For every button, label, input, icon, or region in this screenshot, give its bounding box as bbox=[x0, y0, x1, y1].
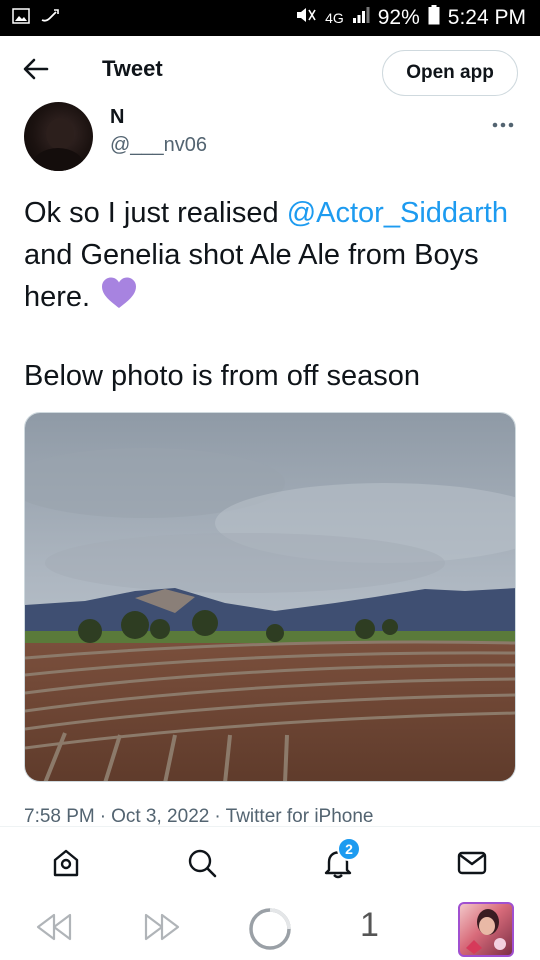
status-bar: 4G 92% 5:24 PM bbox=[0, 0, 540, 36]
tweet-text-line2: Below photo is from off season bbox=[24, 360, 421, 392]
browser-forward-icon bbox=[144, 913, 180, 941]
page-title: Tweet bbox=[102, 56, 163, 81]
tab-messages[interactable] bbox=[454, 845, 490, 881]
tweet-meta: 7:58 PM · Oct 3, 2022 · Twitter for iPhone bbox=[24, 806, 374, 828]
home-icon bbox=[53, 849, 79, 877]
mention-link[interactable]: @Actor_Siddarth bbox=[287, 197, 508, 229]
tweet-time[interactable]: 7:58 PM bbox=[24, 806, 95, 827]
tab-search[interactable] bbox=[184, 845, 220, 881]
browser-forward-button[interactable] bbox=[142, 909, 182, 950]
tweet-header: Tweet Open app bbox=[0, 36, 540, 100]
mute-icon bbox=[295, 6, 317, 30]
battery-icon bbox=[428, 5, 440, 31]
search-icon bbox=[188, 849, 217, 878]
tweet-text-end: and Genelia shot Ale Ale from Boys here. bbox=[24, 239, 479, 313]
tweet-photo[interactable] bbox=[24, 412, 516, 782]
clock: 5:24 PM bbox=[447, 6, 526, 29]
browser-back-icon bbox=[36, 913, 72, 941]
tweet-text-start: Ok so I just realised bbox=[24, 197, 287, 229]
purple-heart-icon bbox=[100, 276, 138, 322]
back-arrow-icon bbox=[23, 58, 49, 80]
network-type: 4G bbox=[325, 10, 344, 26]
tab-count[interactable]: 1 bbox=[360, 906, 379, 945]
gallery-notification-icon bbox=[12, 7, 30, 29]
author-handle[interactable]: @___nv06 bbox=[110, 134, 207, 157]
reload-button[interactable] bbox=[248, 907, 292, 956]
open-app-button[interactable]: Open app bbox=[382, 50, 518, 96]
tweet-date[interactable]: Oct 3, 2022 bbox=[111, 806, 209, 827]
more-button[interactable] bbox=[492, 108, 514, 134]
tab-home[interactable] bbox=[48, 845, 84, 881]
meta-separator: · bbox=[214, 806, 221, 827]
author-name[interactable]: N bbox=[110, 106, 124, 129]
notifications-badge: 2 bbox=[337, 837, 361, 861]
more-icon bbox=[492, 122, 514, 128]
tweet-text: Ok so I just realised @Actor_Siddarth an… bbox=[24, 192, 518, 322]
browser-back-button[interactable] bbox=[34, 909, 74, 950]
back-button[interactable] bbox=[20, 54, 52, 84]
battery-percent: 92% bbox=[377, 6, 420, 29]
bottom-tab-bar bbox=[0, 827, 540, 897]
signal-icon bbox=[352, 6, 370, 30]
tab-thumbnail[interactable] bbox=[458, 902, 514, 957]
meta-separator: · bbox=[99, 806, 107, 827]
avatar[interactable] bbox=[24, 102, 93, 171]
usb-notification-icon bbox=[40, 8, 60, 29]
tweet-source[interactable]: Twitter for iPhone bbox=[226, 806, 374, 827]
messages-icon bbox=[457, 851, 487, 875]
loading-icon bbox=[249, 908, 291, 950]
